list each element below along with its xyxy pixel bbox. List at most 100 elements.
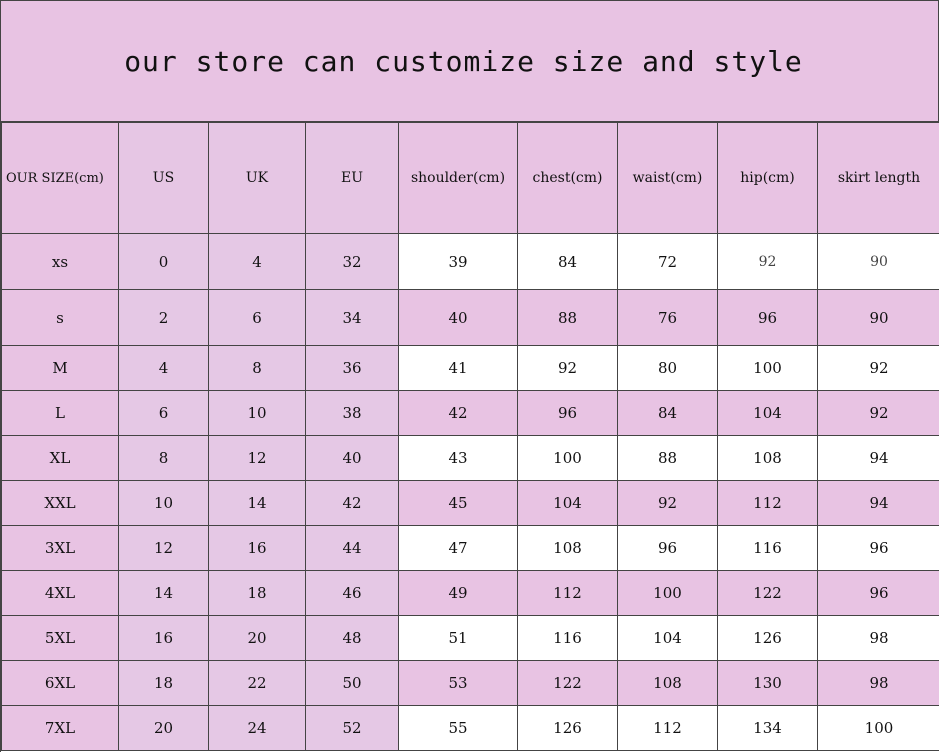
uk-cell: 24 — [208, 705, 306, 751]
shoulder-cell: 39 — [398, 233, 518, 290]
chest-cell: 84 — [517, 233, 618, 290]
shoulder-cell: 53 — [398, 660, 518, 706]
us-cell: 18 — [118, 660, 209, 706]
us-cell: 12 — [118, 525, 209, 571]
us-cell: 16 — [118, 615, 209, 661]
size-cell: 6XL — [1, 660, 119, 706]
eu-cell: 48 — [305, 615, 399, 661]
header-us: US — [118, 122, 209, 234]
size-cell: 7XL — [1, 705, 119, 751]
table-row: XL 8 12 40 43 100 88 108 94 — [1, 435, 939, 481]
header-shoulder: shoulder(cm) — [398, 122, 518, 234]
eu-cell: 44 — [305, 525, 399, 571]
chest-cell: 92 — [517, 345, 618, 391]
hip-cell: 92 — [717, 233, 818, 290]
uk-cell: 12 — [208, 435, 306, 481]
header-row: OUR SIZE(cm) US UK EU shoulder(cm) chest… — [1, 122, 939, 234]
chest-cell: 126 — [517, 705, 618, 751]
header-eu: EU — [305, 122, 399, 234]
uk-cell: 10 — [208, 390, 306, 436]
chest-cell: 122 — [517, 660, 618, 706]
uk-cell: 6 — [208, 289, 306, 346]
skirt-cell: 90 — [817, 233, 939, 290]
size-cell: L — [1, 390, 119, 436]
table-row: 7XL 20 24 52 55 126 112 134 100 — [1, 705, 939, 751]
eu-cell: 32 — [305, 233, 399, 290]
eu-cell: 46 — [305, 570, 399, 616]
size-chart: our store can customize size and style O… — [0, 0, 939, 752]
waist-cell: 112 — [617, 705, 718, 751]
shoulder-cell: 49 — [398, 570, 518, 616]
us-cell: 20 — [118, 705, 209, 751]
eu-cell: 34 — [305, 289, 399, 346]
skirt-cell: 98 — [817, 615, 939, 661]
uk-cell: 4 — [208, 233, 306, 290]
eu-cell: 40 — [305, 435, 399, 481]
shoulder-cell: 41 — [398, 345, 518, 391]
size-cell: M — [1, 345, 119, 391]
chest-cell: 96 — [517, 390, 618, 436]
eu-cell: 42 — [305, 480, 399, 526]
shoulder-cell: 40 — [398, 289, 518, 346]
eu-cell: 36 — [305, 345, 399, 391]
skirt-cell: 96 — [817, 525, 939, 571]
header-skirt-length: skirt length — [817, 122, 939, 234]
hip-cell: 100 — [717, 345, 818, 391]
skirt-cell: 92 — [817, 345, 939, 391]
size-cell: xs — [1, 233, 119, 290]
uk-cell: 14 — [208, 480, 306, 526]
waist-cell: 96 — [617, 525, 718, 571]
us-cell: 0 — [118, 233, 209, 290]
chest-cell: 88 — [517, 289, 618, 346]
table-row: 6XL 18 22 50 53 122 108 130 98 — [1, 660, 939, 706]
chest-cell: 104 — [517, 480, 618, 526]
header-hip: hip(cm) — [717, 122, 818, 234]
hip-cell: 108 — [717, 435, 818, 481]
eu-cell: 50 — [305, 660, 399, 706]
uk-cell: 16 — [208, 525, 306, 571]
waist-cell: 84 — [617, 390, 718, 436]
size-cell: 5XL — [1, 615, 119, 661]
table-row: s 2 6 34 40 88 76 96 90 — [1, 289, 939, 346]
table-row: M 4 8 36 41 92 80 100 92 — [1, 345, 939, 391]
eu-cell: 38 — [305, 390, 399, 436]
skirt-cell: 96 — [817, 570, 939, 616]
size-cell: XXL — [1, 480, 119, 526]
table-row: xs 0 4 32 39 84 72 92 90 — [1, 233, 939, 290]
us-cell: 8 — [118, 435, 209, 481]
shoulder-cell: 42 — [398, 390, 518, 436]
hip-cell: 134 — [717, 705, 818, 751]
hip-cell: 116 — [717, 525, 818, 571]
size-cell: 4XL — [1, 570, 119, 616]
page-title: our store can customize size and style — [124, 44, 803, 78]
eu-cell: 52 — [305, 705, 399, 751]
table-row: 3XL 12 16 44 47 108 96 116 96 — [1, 525, 939, 571]
skirt-cell: 92 — [817, 390, 939, 436]
waist-cell: 100 — [617, 570, 718, 616]
uk-cell: 22 — [208, 660, 306, 706]
shoulder-cell: 55 — [398, 705, 518, 751]
skirt-cell: 94 — [817, 435, 939, 481]
hip-cell: 126 — [717, 615, 818, 661]
waist-cell: 80 — [617, 345, 718, 391]
waist-cell: 76 — [617, 289, 718, 346]
hip-cell: 130 — [717, 660, 818, 706]
waist-cell: 72 — [617, 233, 718, 290]
table-row: L 6 10 38 42 96 84 104 92 — [1, 390, 939, 436]
header-uk: UK — [208, 122, 306, 234]
us-cell: 2 — [118, 289, 209, 346]
size-cell: s — [1, 289, 119, 346]
waist-cell: 88 — [617, 435, 718, 481]
hip-cell: 96 — [717, 289, 818, 346]
table-row: 5XL 16 20 48 51 116 104 126 98 — [1, 615, 939, 661]
skirt-cell: 100 — [817, 705, 939, 751]
hip-cell: 122 — [717, 570, 818, 616]
us-cell: 4 — [118, 345, 209, 391]
uk-cell: 8 — [208, 345, 306, 391]
skirt-cell: 94 — [817, 480, 939, 526]
us-cell: 14 — [118, 570, 209, 616]
hip-cell: 104 — [717, 390, 818, 436]
chest-cell: 116 — [517, 615, 618, 661]
header-chest: chest(cm) — [517, 122, 618, 234]
shoulder-cell: 43 — [398, 435, 518, 481]
